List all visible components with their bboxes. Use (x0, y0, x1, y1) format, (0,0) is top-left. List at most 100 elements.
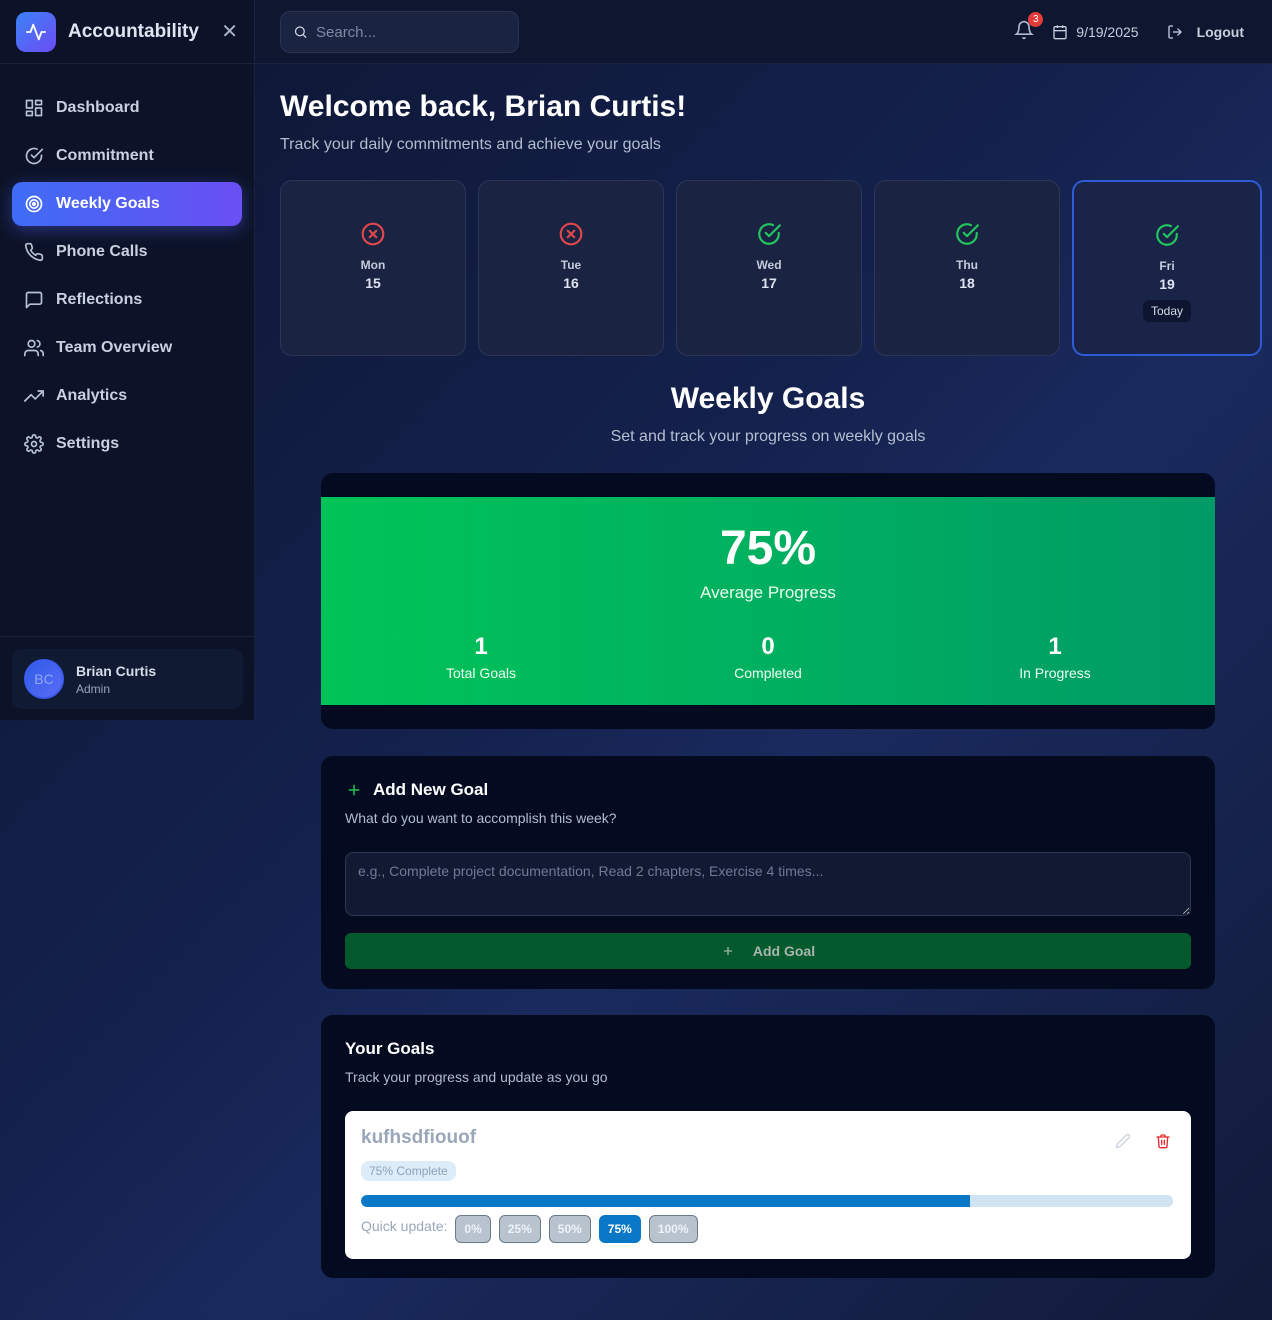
average-progress-value: 75% (719, 522, 817, 575)
goal-textarea[interactable] (345, 852, 1191, 916)
quick-update-25-button[interactable]: 25% (498, 1215, 541, 1243)
sidebar-item-team-overview[interactable]: Team Overview (12, 326, 242, 370)
week-days: Mon 15 Tue 16 Wed 17 Thu 18 Fri 19 Today (280, 180, 1262, 356)
completion-badge: 75% Complete (361, 1161, 456, 1181)
day-number: 16 (563, 275, 579, 291)
day-number: 19 (1159, 276, 1175, 292)
quick-update-0-button[interactable]: 0% (455, 1215, 491, 1243)
user-name: Brian Curtis (76, 662, 157, 679)
message-icon (25, 291, 43, 309)
activity-logo-icon (16, 11, 56, 52)
day-card-thu[interactable]: Thu 18 (874, 180, 1060, 356)
add-goal-card: Add New Goal What do you want to accompl… (321, 756, 1215, 989)
plus-icon (723, 946, 732, 956)
your-goals-card: Your Goals Track your progress and updat… (321, 1015, 1215, 1278)
x-circle-icon (360, 221, 386, 252)
dashboard-icon (25, 99, 43, 117)
quick-update: Quick update: 0% 25% 50% 75% 100% (361, 1215, 1175, 1243)
add-goal-button-label: Add Goal (752, 943, 816, 959)
stat-completed: 0 Completed (668, 633, 868, 681)
goal-item: kufhsdfiouof 75% Complete Quick update: … (345, 1111, 1191, 1259)
stat-label: Completed (734, 665, 802, 681)
stat-in-progress: 1 In Progress (955, 633, 1155, 681)
section-title: Weekly Goals (670, 382, 866, 415)
notification-badge: 3 (1028, 11, 1044, 27)
stat-label: Total Goals (445, 665, 517, 681)
your-goals-subtitle: Track your progress and update as you go (345, 1069, 608, 1085)
topbar-actions: 3 9/19/2025 Logout (1014, 0, 1272, 64)
date-text: 9/19/2025 (1076, 24, 1139, 40)
add-goal-heading: Add New Goal (345, 780, 1191, 800)
page-title: Welcome back, Brian Curtis! (280, 90, 687, 123)
day-name: Fri (1159, 259, 1175, 273)
search-box (280, 11, 519, 53)
goal-actions (1115, 1133, 1171, 1154)
today-badge: Today (1142, 300, 1192, 322)
sidebar-item-phone-calls[interactable]: Phone Calls (12, 230, 242, 274)
logout-button[interactable]: Logout (1167, 24, 1244, 40)
user-section: BC Brian Curtis Admin (0, 636, 255, 720)
day-card-tue[interactable]: Tue 16 (478, 180, 664, 356)
check-circle-icon (25, 147, 44, 165)
check-circle-icon (954, 221, 980, 252)
logout-icon (1167, 25, 1182, 39)
sidebar-item-commitment[interactable]: Commitment (12, 134, 242, 178)
user-card[interactable]: BC Brian Curtis Admin (12, 649, 243, 709)
sidebar-item-weekly-goals[interactable]: Weekly Goals (12, 182, 242, 226)
goal-progress-fill (361, 1195, 970, 1207)
sidebar-item-reflections[interactable]: Reflections (12, 278, 242, 322)
stat-value: 0 (761, 633, 775, 660)
phone-icon (24, 242, 44, 262)
progress-summary-card: 75% Average Progress 1 Total Goals 0 Com… (321, 473, 1215, 729)
day-card-wed[interactable]: Wed 17 (676, 180, 862, 356)
progress-summary-banner: 75% Average Progress 1 Total Goals 0 Com… (321, 497, 1215, 705)
day-number: 17 (761, 275, 777, 291)
stat-label: In Progress (1019, 665, 1091, 681)
day-card-fri-today[interactable]: Fri 19 Today (1072, 180, 1262, 356)
brand: Accountability ✕ (0, 0, 254, 64)
edit-icon[interactable] (1115, 1133, 1131, 1154)
app-title: Accountability (68, 20, 199, 42)
day-name: Thu (956, 258, 978, 272)
user-info: Brian Curtis Admin (76, 663, 156, 696)
trash-icon[interactable] (1155, 1133, 1171, 1154)
day-name: Mon (360, 258, 386, 272)
sidebar: Accountability ✕ Dashboard Commitment We… (0, 0, 255, 720)
sidebar-item-dashboard[interactable]: Dashboard (12, 86, 242, 130)
topbar: 3 9/19/2025 Logout (255, 0, 1272, 64)
target-icon (25, 195, 43, 213)
check-circle-icon (1154, 222, 1180, 253)
quick-update-75-button[interactable]: 75% (598, 1215, 641, 1243)
goal-progress-bar (361, 1195, 1173, 1207)
quick-update-label: Quick update: (361, 1218, 448, 1234)
search-input[interactable] (316, 23, 506, 41)
day-card-mon[interactable]: Mon 15 (280, 180, 466, 356)
notifications-button[interactable]: 3 (1014, 11, 1044, 45)
quick-update-50-button[interactable]: 50% (548, 1215, 591, 1243)
calendar-icon (1053, 25, 1067, 40)
day-name: Wed (756, 258, 782, 272)
sidebar-item-label: Weekly Goals (56, 195, 160, 212)
sidebar-item-label: Dashboard (56, 99, 140, 116)
close-sidebar-icon[interactable]: ✕ (221, 19, 238, 44)
quick-update-100-button[interactable]: 100% (648, 1215, 698, 1243)
plus-icon (348, 784, 360, 796)
sidebar-item-label: Phone Calls (56, 243, 148, 260)
your-goals-title: Your Goals (345, 1039, 435, 1058)
goal-name: kufhsdfiouof (361, 1127, 477, 1148)
check-circle-icon (756, 221, 782, 252)
user-role: Admin (76, 681, 111, 696)
sidebar-item-label: Reflections (56, 291, 143, 308)
page-subtitle: Track your daily commitments and achieve… (280, 136, 661, 153)
users-icon (24, 339, 44, 357)
sidebar-item-label: Team Overview (56, 339, 173, 356)
add-goal-button[interactable]: Add Goal (345, 933, 1191, 969)
stat-value: 1 (474, 633, 488, 660)
stat-total-goals: 1 Total Goals (381, 633, 581, 681)
stat-value: 1 (1048, 633, 1062, 660)
current-date: 9/19/2025 (1052, 24, 1139, 40)
day-number: 15 (365, 275, 381, 291)
logout-label: Logout (1196, 24, 1244, 40)
day-number: 18 (959, 275, 975, 291)
sidebar-item-label: Commitment (56, 147, 154, 164)
